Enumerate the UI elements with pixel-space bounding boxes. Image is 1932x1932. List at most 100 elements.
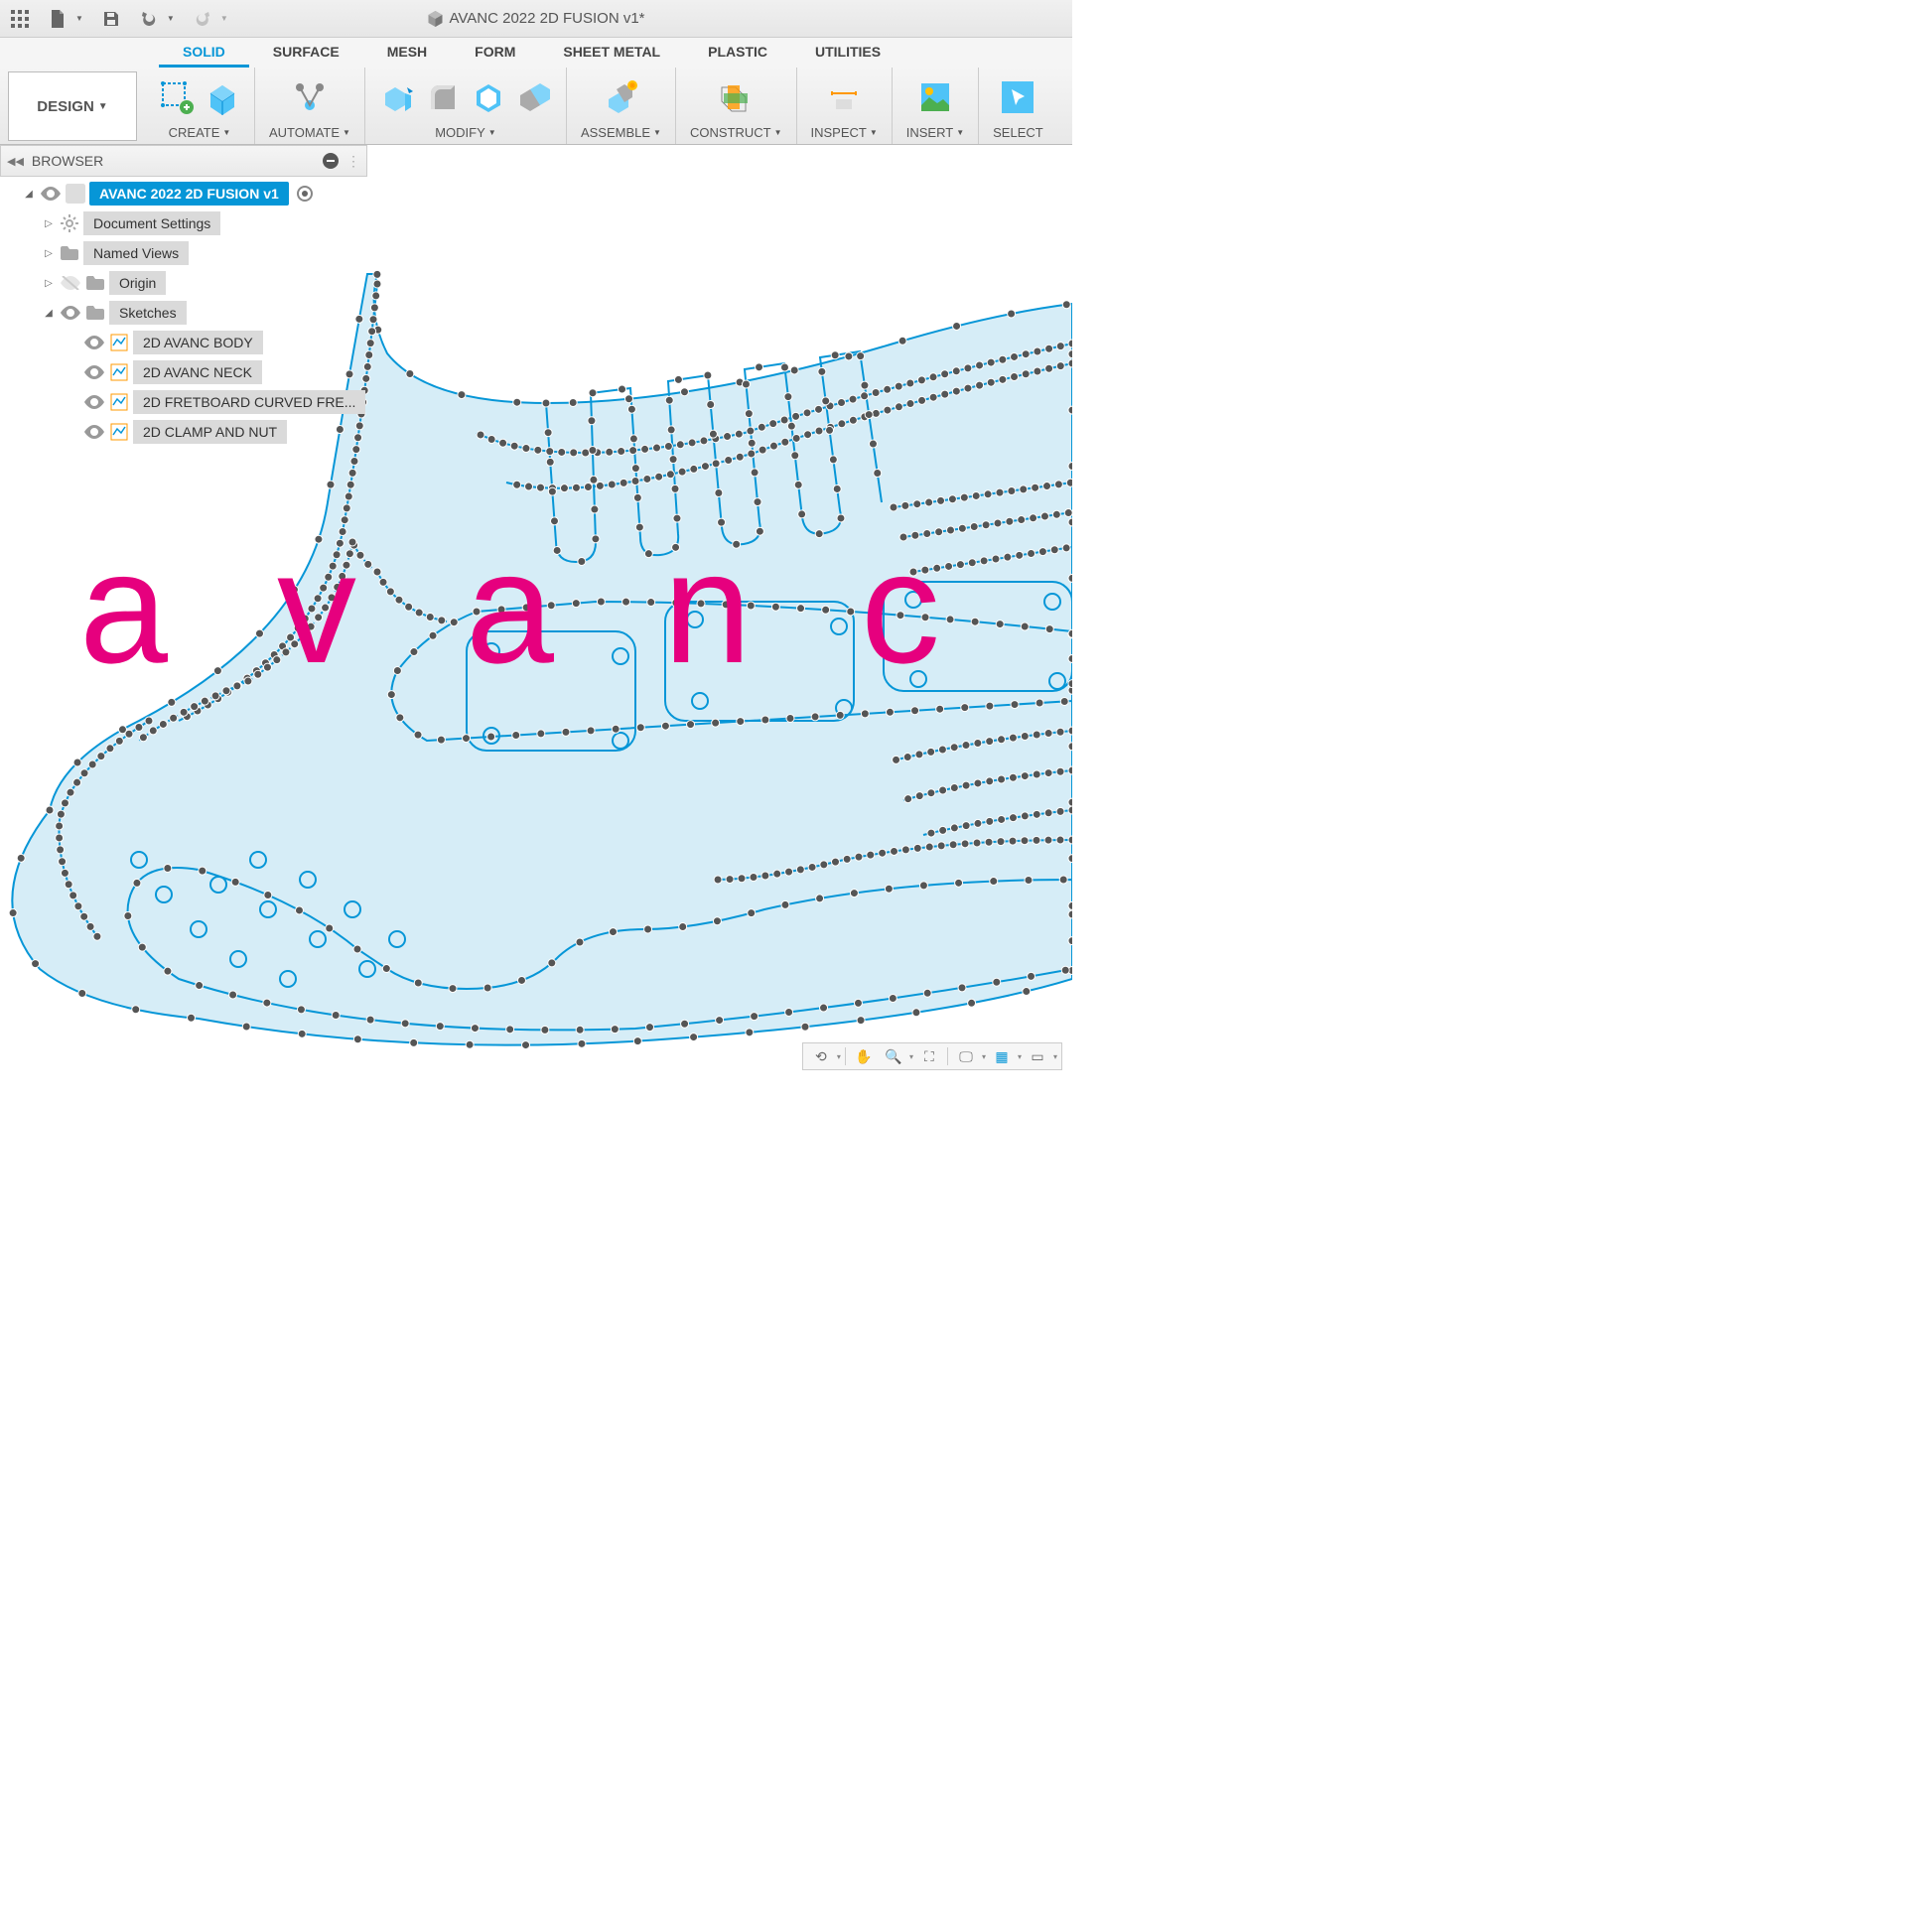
fillet-icon[interactable] [425,79,461,115]
eye-off-icon[interactable] [60,274,81,292]
tree-item-label: 2D AVANC NECK [133,360,262,384]
display-icon[interactable]: 🖵 [952,1044,980,1068]
group-construct-label[interactable]: CONSTRUCT ▼ [690,125,782,142]
toggle-icon[interactable]: ▷ [42,248,56,259]
ribbon: DESIGN ▼ CREATE ▼ AUTOMATE ▼ MODIFY ▼ AS… [0,68,1072,145]
construct-icon[interactable] [718,79,754,115]
browser-header: ◀◀ BROWSER ⋮ [0,145,367,177]
eye-icon[interactable] [83,334,105,351]
group-assemble-label[interactable]: ASSEMBLE ▼ [581,125,661,142]
minimize-icon[interactable] [323,153,339,169]
tree-item-label: 2D CLAMP AND NUT [133,420,287,444]
tree-namedviews[interactable]: ▷ Named Views [0,238,367,268]
select-icon[interactable] [1000,79,1035,115]
folder-icon [85,304,105,322]
eye-icon[interactable] [83,363,105,381]
tree-sketch-item[interactable]: 2D AVANC NECK [0,357,367,387]
sketch-icon [109,393,129,411]
toggle-icon[interactable]: ▷ [42,278,56,289]
zoom-icon[interactable]: 🔍 [880,1044,907,1068]
titlebar: ▼ ▼ ▼ AVANC 2022 2D FUSION v1* [0,0,1072,38]
toggle-icon[interactable]: ◢ [22,189,36,200]
tab-plastic[interactable]: PLASTIC [684,38,791,68]
orbit-icon[interactable]: ⟲ [807,1044,835,1068]
group-automate: AUTOMATE ▼ [255,68,365,144]
group-inspect-label[interactable]: INSPECT ▼ [811,125,878,142]
sketch-icon [109,363,129,381]
workspace-label: DESIGN [37,98,94,115]
browser-panel: ◀◀ BROWSER ⋮ ◢ AVANC 2022 2D FUSION v1 ▷… [0,145,367,449]
insert-icon[interactable] [917,79,953,115]
sketch-icon [109,423,129,441]
automate-icon[interactable] [292,79,328,115]
tab-mesh[interactable]: MESH [363,38,451,68]
grid-view-icon[interactable]: ▦ [988,1044,1016,1068]
fit-icon[interactable]: ⛶ [915,1044,943,1068]
group-select-label[interactable]: SELECT [993,125,1043,142]
file-dropdown-icon[interactable]: ▼ [75,14,89,23]
group-select: SELECT [979,68,1057,144]
tree-sketch-item[interactable]: 2D AVANC BODY [0,328,367,357]
tab-sheetmetal[interactable]: SHEET METAL [539,38,684,68]
redo-icon[interactable] [187,3,218,35]
group-assemble: ASSEMBLE ▼ [567,68,676,144]
tab-solid[interactable]: SOLID [159,38,249,68]
tab-form[interactable]: FORM [451,38,539,68]
tab-surface[interactable]: SURFACE [249,38,363,68]
group-inspect: INSPECT ▼ [797,68,893,144]
save-icon[interactable] [95,3,127,35]
ribbon-tabs: SOLID SURFACE MESH FORM SHEET METAL PLAS… [0,38,1072,68]
document-title-text: AVANC 2022 2D FUSION v1* [449,10,644,27]
tree-sketches-label: Sketches [109,301,187,325]
create-sketch-icon[interactable] [159,79,195,115]
workspace-button[interactable]: DESIGN ▼ [8,71,137,141]
tree-origin-label: Origin [109,271,166,295]
file-icon[interactable] [42,3,73,35]
eye-icon[interactable] [60,304,81,322]
browser-menu-icon[interactable]: ⋮ [346,153,360,170]
pan-icon[interactable]: ✋ [850,1044,878,1068]
tree-sketches[interactable]: ◢ Sketches [0,298,367,328]
group-construct: CONSTRUCT ▼ [676,68,797,144]
browser-collapse-icon[interactable]: ◀◀ [7,155,24,168]
group-modify-label[interactable]: MODIFY ▼ [435,125,495,142]
group-automate-label[interactable]: AUTOMATE ▼ [269,125,350,142]
viewport-icon[interactable]: ▭ [1024,1044,1051,1068]
component-icon [66,185,85,203]
tree-docsettings[interactable]: ▷ Document Settings [0,208,367,238]
press-pull-icon[interactable] [379,79,415,115]
inspect-icon[interactable] [826,79,862,115]
tree-sketch-item[interactable]: 2D FRETBOARD CURVED FRE... [0,387,367,417]
eye-icon[interactable] [40,185,62,203]
shell-icon[interactable] [471,79,506,115]
tree-sketch-item[interactable]: 2D CLAMP AND NUT [0,417,367,447]
undo-icon[interactable] [133,3,165,35]
document-title: AVANC 2022 2D FUSION v1* [427,10,644,27]
sketch-icon [109,334,129,351]
create-box-icon[interactable] [205,79,240,115]
group-create-label[interactable]: CREATE ▼ [169,125,231,142]
redo-dropdown-icon[interactable]: ▼ [220,14,234,23]
combine-icon[interactable] [516,79,552,115]
nav-toolbar: ⟲▾ ✋ 🔍▾ ⛶ 🖵▾ ▦▾ ▭▾ [802,1042,1062,1070]
active-radio-icon[interactable] [297,186,313,202]
group-insert-label[interactable]: INSERT ▼ [906,125,964,142]
assemble-icon[interactable] [603,79,638,115]
tree-item-label: 2D AVANC BODY [133,331,263,354]
grid-apps-icon[interactable] [4,3,36,35]
toggle-icon[interactable]: ▷ [42,218,56,229]
undo-dropdown-icon[interactable]: ▼ [167,14,181,23]
eye-icon[interactable] [83,423,105,441]
tab-utilities[interactable]: UTILITIES [791,38,904,68]
toggle-icon[interactable]: ◢ [42,308,56,319]
tree-origin[interactable]: ▷ Origin [0,268,367,298]
cube-icon [427,11,443,27]
group-create: CREATE ▼ [145,68,255,144]
eye-icon[interactable] [83,393,105,411]
browser-title: BROWSER [32,153,103,169]
folder-icon [85,274,105,292]
browser-tree: ◢ AVANC 2022 2D FUSION v1 ▷ Document Set… [0,177,367,449]
tree-docsettings-label: Document Settings [83,211,220,235]
tree-root[interactable]: ◢ AVANC 2022 2D FUSION v1 [0,179,367,208]
gear-icon [60,214,79,232]
